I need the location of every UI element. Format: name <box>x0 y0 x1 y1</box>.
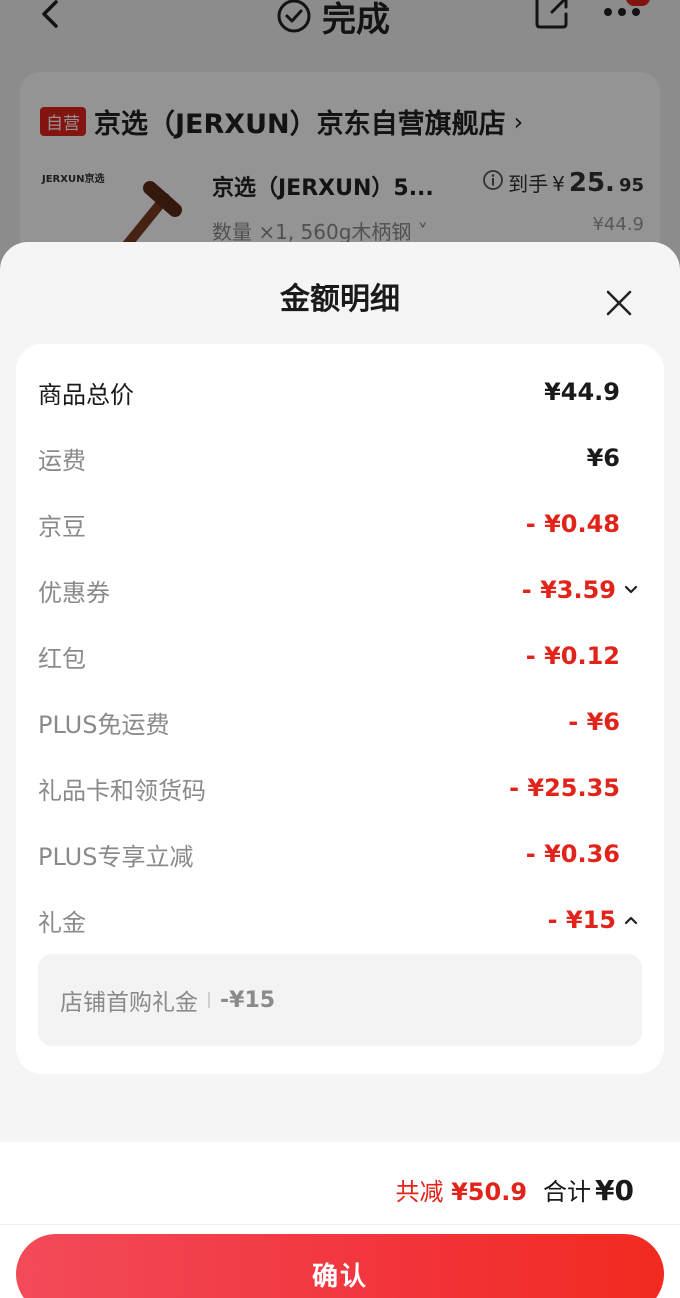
saved-label: 共减 <box>395 1178 444 1206</box>
row-plus-free-shipping: PLUS免运费 - ¥6 <box>38 702 642 742</box>
row-value: - ¥25.35 <box>509 774 620 802</box>
row-label: PLUS专享立减 <box>38 842 194 871</box>
row-label: 红包 <box>38 644 86 673</box>
sheet-title: 金额明细 <box>280 282 400 317</box>
close-button[interactable] <box>604 288 634 318</box>
row-value-wrap: - ¥15 <box>548 906 642 934</box>
divider <box>0 1224 680 1225</box>
row-coupon[interactable]: 优惠券 - ¥3.59 <box>38 570 642 610</box>
confirm-button[interactable]: 确认 <box>16 1234 664 1298</box>
row-jd-beans: 京豆 - ¥0.48 <box>38 504 642 544</box>
row-value: - ¥0.12 <box>525 642 620 670</box>
sub-item-value: -¥15 <box>220 987 276 1013</box>
row-shipping: 运费 ¥6 <box>38 438 642 478</box>
row-goods-total: 商品总价 ¥44.9 <box>38 372 642 412</box>
row-label: 商品总价 <box>38 380 134 409</box>
row-plus-discount: PLUS专享立减 - ¥0.36 <box>38 834 642 874</box>
row-value: - ¥0.48 <box>525 510 620 538</box>
chevron-up-icon[interactable] <box>620 909 642 931</box>
sheet-footer: 共减 ¥50.9 合计 ¥0 确认 <box>0 1142 680 1298</box>
row-label: 礼品卡和领货码 <box>38 776 206 805</box>
row-label: 运费 <box>38 446 86 475</box>
row-value: - ¥3.59 <box>521 576 616 604</box>
price-summary: 共减 ¥50.9 合计 ¥0 <box>395 1172 634 1207</box>
row-value-wrap: - ¥3.59 <box>522 576 642 604</box>
row-label: PLUS免运费 <box>38 710 170 739</box>
row-label: 京豆 <box>38 512 86 541</box>
divider <box>208 992 210 1008</box>
row-value: - ¥0.36 <box>525 840 620 868</box>
gift-money-detail: 店铺首购礼金 -¥15 <box>38 954 642 1046</box>
saved-value: ¥50.9 <box>451 1178 528 1206</box>
sub-item-label: 店铺首购礼金 <box>60 990 198 1016</box>
row-value: ¥6 <box>586 444 620 472</box>
close-icon <box>606 290 632 316</box>
row-gift-card: 礼品卡和领货码 - ¥25.35 <box>38 768 642 808</box>
total-saved: 共减 ¥50.9 <box>395 1172 527 1207</box>
total-label: 合计 <box>543 1178 592 1206</box>
row-label: 礼金 <box>38 908 86 937</box>
amount-detail-sheet: 金额明细 商品总价 ¥44.9 运费 ¥6 京豆 - ¥0.48 优惠券 - ¥… <box>0 242 680 1298</box>
row-value: - ¥6 <box>568 708 620 736</box>
row-value: ¥44.9 <box>544 378 620 406</box>
total-value: ¥0 <box>595 1174 634 1207</box>
chevron-down-icon[interactable] <box>620 579 642 601</box>
row-label: 优惠券 <box>38 578 110 607</box>
row-red-packet: 红包 - ¥0.12 <box>38 636 642 676</box>
row-gift-money[interactable]: 礼金 - ¥15 <box>38 900 642 940</box>
row-value: - ¥15 <box>547 906 616 934</box>
amount-detail-card: 商品总价 ¥44.9 运费 ¥6 京豆 - ¥0.48 优惠券 - ¥3.59 … <box>16 344 664 1074</box>
